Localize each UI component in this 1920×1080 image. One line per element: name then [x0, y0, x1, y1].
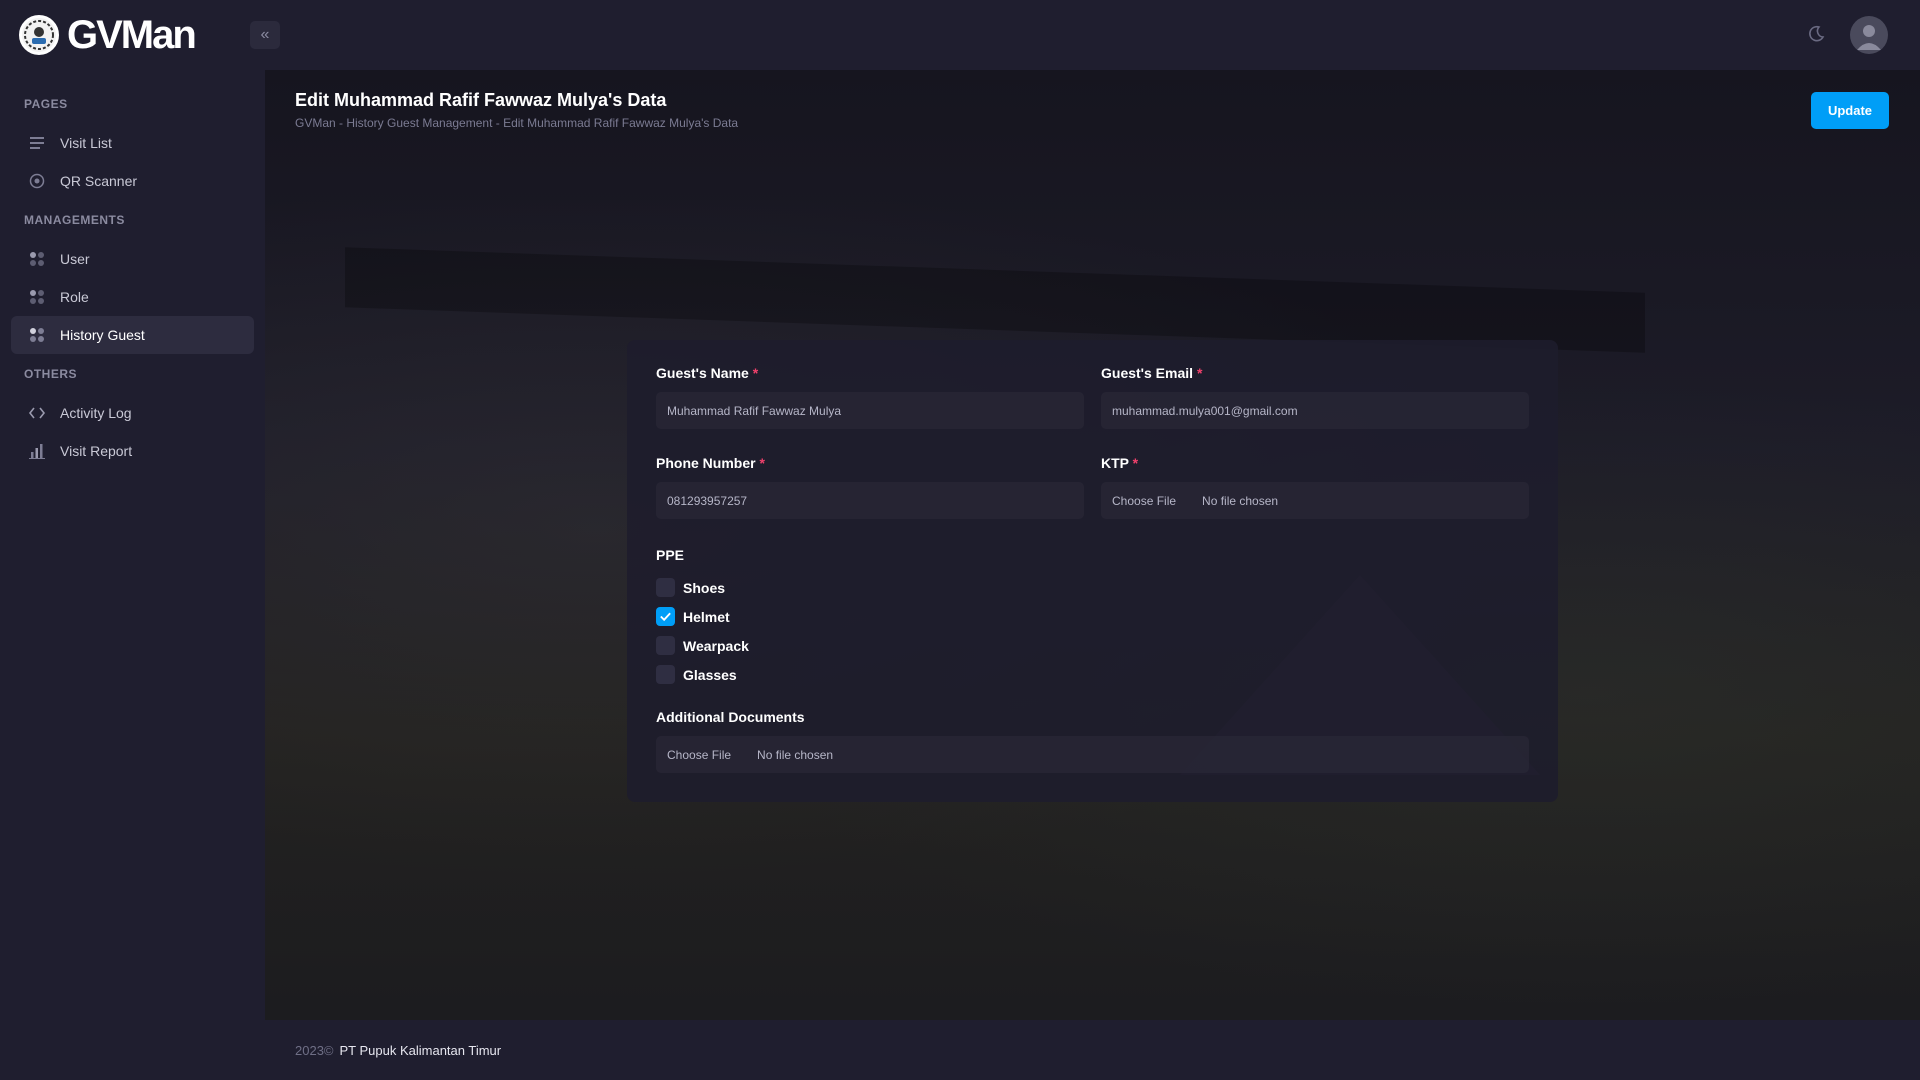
ppe-option-glasses[interactable]: Glasses	[656, 660, 1529, 689]
top-bar: GVMan «	[0, 0, 1920, 70]
moon-icon[interactable]	[1806, 24, 1826, 44]
ppe-label: PPE	[656, 547, 685, 563]
grid-icon	[28, 326, 46, 344]
sidebar-item-label: Visit List	[60, 135, 112, 151]
section-title-pages: PAGES	[24, 97, 68, 111]
ktp-file-input[interactable]: Choose File No file chosen	[1101, 482, 1529, 519]
ppe-option-wearpack[interactable]: Wearpack	[656, 631, 1529, 660]
checkbox-label: Helmet	[683, 608, 730, 625]
breadcrumb: GVMan - History Guest Management - Edit …	[295, 116, 739, 130]
sidebar-item-qr-scanner[interactable]: QR Scanner	[11, 162, 254, 200]
required-mark: *	[1196, 365, 1203, 381]
update-button[interactable]: Update	[1811, 92, 1889, 129]
sidebar-item-label: QR Scanner	[60, 173, 138, 189]
guest-email-input[interactable]: muhammad.mulya001@gmail.com	[1101, 392, 1529, 429]
footer: 2023© PT Pupuk Kalimantan Timur	[265, 1020, 1920, 1080]
choose-file-button[interactable]: Choose File	[667, 748, 731, 762]
checkbox-label: Wearpack	[683, 637, 749, 654]
check-icon	[660, 612, 671, 622]
checkbox-label: Shoes	[683, 579, 726, 596]
brand-name: GVMan	[67, 12, 197, 57]
file-status: No file chosen	[1202, 493, 1279, 508]
footer-company-link[interactable]: PT Pupuk Kalimantan Timur	[340, 1043, 502, 1058]
guest-name-input[interactable]: Muhammad Rafif Fawwaz Mulya	[656, 392, 1084, 429]
target-icon	[28, 172, 46, 190]
list-icon	[28, 134, 46, 152]
bar-chart-icon	[28, 442, 46, 460]
user-avatar[interactable]	[1850, 16, 1888, 54]
grid-icon	[28, 250, 46, 268]
checkbox-label: Glasses	[683, 666, 737, 683]
file-status: No file chosen	[757, 747, 834, 762]
brand[interactable]: GVMan	[19, 12, 197, 58]
sidebar-item-label: Role	[60, 289, 89, 305]
chevrons-left-icon: «	[260, 26, 270, 43]
ktp-label: KTP *	[1101, 455, 1139, 471]
sidebar-item-history-guest[interactable]: History Guest	[11, 316, 254, 354]
ppe-option-shoes[interactable]: Shoes	[656, 573, 1529, 602]
ppe-option-helmet[interactable]: Helmet	[656, 602, 1529, 631]
sidebar-item-label: User	[60, 251, 90, 267]
page-title: Edit Muhammad Rafif Fawwaz Mulya's Data	[295, 90, 667, 110]
footer-year: 2023©	[295, 1042, 334, 1058]
sidebar: PAGES Visit List QR Scanner MANAGEMENTS …	[0, 70, 265, 1080]
sidebar-item-role[interactable]: Role	[11, 278, 254, 316]
choose-file-button[interactable]: Choose File	[1112, 494, 1176, 508]
shoes-checkbox[interactable]	[656, 578, 675, 597]
sidebar-item-activity-log[interactable]: Activity Log	[11, 394, 254, 432]
sidebar-item-label: History Guest	[60, 327, 145, 343]
additional-documents-label: Additional Documents	[656, 709, 805, 725]
additional-documents-file-input[interactable]: Choose File No file chosen	[656, 736, 1529, 773]
required-mark: *	[1132, 455, 1139, 471]
glasses-checkbox[interactable]	[656, 665, 675, 684]
phone-number-input[interactable]: 081293957257	[656, 482, 1084, 519]
phone-number-label: Phone Number *	[656, 455, 765, 471]
edit-guest-form: Guest's Name * Muhammad Rafif Fawwaz Mul…	[627, 340, 1558, 802]
main-content: Edit Muhammad Rafif Fawwaz Mulya's Data …	[265, 70, 1920, 1020]
helmet-checkbox[interactable]	[656, 607, 675, 626]
section-title-managements: MANAGEMENTS	[24, 213, 125, 227]
sidebar-item-visit-list[interactable]: Visit List	[11, 124, 254, 162]
code-icon	[28, 404, 46, 422]
sidebar-item-label: Activity Log	[60, 405, 132, 421]
sidebar-collapse-button[interactable]: «	[250, 21, 280, 49]
guest-name-label: Guest's Name *	[656, 365, 759, 381]
sidebar-item-visit-report[interactable]: Visit Report	[11, 432, 254, 470]
section-title-others: OTHERS	[24, 367, 78, 381]
required-mark: *	[752, 365, 759, 381]
logo-icon	[19, 15, 59, 55]
grid-icon	[28, 288, 46, 306]
required-mark: *	[759, 455, 765, 471]
sidebar-item-label: Visit Report	[60, 443, 133, 459]
sidebar-item-user[interactable]: User	[11, 240, 254, 278]
guest-email-label: Guest's Email *	[1101, 365, 1203, 381]
wearpack-checkbox[interactable]	[656, 636, 675, 655]
